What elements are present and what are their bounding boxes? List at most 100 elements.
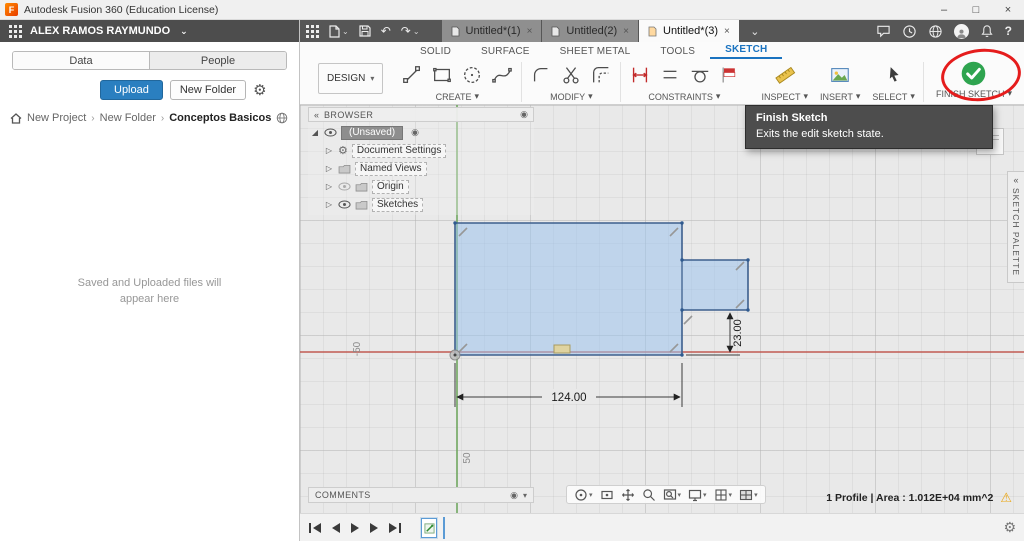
circle-tool-icon[interactable]	[461, 64, 483, 86]
grid-snap-button[interactable]: ▾	[712, 488, 735, 502]
spline-tool-icon[interactable]	[491, 64, 513, 86]
doc-tab-1[interactable]: Untitled*(1) ×	[441, 20, 542, 42]
look-at-button[interactable]	[598, 488, 616, 502]
user-avatar[interactable]	[953, 23, 969, 39]
pan-button[interactable]	[619, 488, 637, 502]
workspace-selector[interactable]: DESIGN ▾	[318, 63, 384, 94]
rectangle-tool-icon[interactable]	[431, 64, 453, 86]
midpoint-marker[interactable]	[553, 344, 571, 354]
warning-icon[interactable]: ⚠	[1000, 491, 1012, 504]
inspect-group-label[interactable]: INSPECT ▾	[761, 91, 808, 102]
skip-to-start-button[interactable]	[308, 521, 323, 535]
offset-tool-icon[interactable]	[590, 64, 612, 86]
play-button[interactable]	[349, 521, 361, 535]
display-settings-button[interactable]: ▾	[686, 488, 709, 502]
tab-close-icon[interactable]: ×	[623, 26, 629, 37]
browser-row-origin[interactable]: ▷ Origin	[310, 179, 532, 194]
finish-sketch-button[interactable]: FINISH SKETCH ▾	[928, 60, 1020, 99]
sketch-profile-main[interactable]	[455, 223, 682, 355]
breadcrumb-folder[interactable]: New Folder	[100, 112, 156, 124]
insert-image-icon[interactable]	[829, 64, 851, 86]
tab-people[interactable]: People	[149, 52, 286, 69]
expand-icon[interactable]: ▷	[324, 200, 334, 209]
skip-to-end-button[interactable]	[387, 521, 402, 535]
timeline-playhead[interactable]	[443, 516, 445, 539]
ribbon-tab-sheetmetal[interactable]: SHEET METAL	[545, 46, 646, 59]
data-settings-gear-icon[interactable]: ⚙	[253, 83, 266, 98]
timeline-sketch-feature[interactable]	[421, 517, 437, 538]
palette-expand-icon[interactable]: «	[1013, 175, 1018, 185]
root-expander-icon[interactable]: ◢	[310, 128, 320, 137]
ribbon-tab-tools[interactable]: TOOLS	[645, 46, 710, 59]
save-button[interactable]	[357, 25, 373, 37]
orbit-button[interactable]: ▾	[572, 488, 595, 502]
new-folder-button[interactable]: New Folder	[169, 80, 247, 100]
tab-close-icon[interactable]: ×	[724, 26, 730, 37]
visibility-eye-icon[interactable]	[324, 128, 337, 137]
help-icon[interactable]: ?	[1005, 24, 1012, 38]
browser-header[interactable]: « BROWSER ◉	[308, 107, 534, 122]
breadcrumb-current[interactable]: Conceptos Basicos	[169, 112, 271, 124]
tangent-constraint-icon[interactable]	[689, 64, 711, 86]
file-menu-button[interactable]: ⌄	[327, 24, 351, 38]
constraints-group-label[interactable]: CONSTRAINTS ▾	[648, 91, 720, 102]
browser-collapse-icon[interactable]: «	[314, 110, 319, 120]
browser-row-named-views[interactable]: ▷ Named Views	[310, 161, 532, 176]
measure-icon[interactable]	[773, 64, 797, 86]
redo-button[interactable]: ↷ ⌄	[399, 25, 422, 37]
expand-icon[interactable]: ▷	[324, 164, 334, 173]
data-panel-toggle[interactable]	[304, 24, 321, 38]
tab-data[interactable]: Data	[13, 52, 149, 69]
maximize-button[interactable]: □	[960, 0, 992, 20]
undo-button[interactable]: ↶	[379, 25, 393, 37]
ribbon-tab-surface[interactable]: SURFACE	[466, 46, 545, 59]
upload-button[interactable]: Upload	[100, 80, 163, 100]
tab-close-icon[interactable]: ×	[527, 26, 533, 37]
home-icon[interactable]	[10, 112, 22, 124]
sketch-canvas[interactable]: 124.00 23.00 -50 50 « BROWSER ◉ ◢ (Unsav…	[300, 105, 1024, 513]
dim-height-value[interactable]: 23.00	[732, 319, 744, 347]
line-tool-icon[interactable]	[401, 64, 423, 86]
minimize-button[interactable]: –	[928, 0, 960, 20]
ribbon-tab-solid[interactable]: SOLID	[405, 46, 466, 59]
fillet-tool-icon[interactable]	[530, 64, 552, 86]
browser-target-icon[interactable]: ◉	[520, 109, 528, 120]
user-name[interactable]: ALEX RAMOS RAYMUNDO	[30, 25, 170, 37]
notification-bell-icon[interactable]	[980, 24, 994, 39]
close-button[interactable]: ×	[992, 0, 1024, 20]
select-cursor-icon[interactable]	[884, 64, 904, 86]
parallel-constraint-icon[interactable]	[659, 64, 681, 86]
root-document-label[interactable]: (Unsaved)	[341, 125, 404, 140]
modify-group-label[interactable]: MODIFY ▾	[550, 91, 593, 102]
user-menu-caret-icon[interactable]: ⌄	[180, 26, 188, 37]
doc-tab-3-active[interactable]: Untitled*(3) ×	[639, 20, 739, 42]
expand-icon[interactable]: ▷	[324, 146, 334, 155]
sketch-palette-tab[interactable]: « SKETCH PALETTE	[1007, 171, 1024, 283]
zoom-window-button[interactable]: ▾	[661, 488, 684, 502]
online-globe-icon[interactable]	[928, 24, 943, 39]
visibility-eye-off-icon[interactable]	[338, 182, 351, 191]
browser-row-sketches[interactable]: ▷ Sketches	[310, 197, 532, 212]
dim-width-value[interactable]: 124.00	[551, 392, 586, 404]
tab-list-button[interactable]: ⌄	[745, 20, 765, 42]
browser-root-row[interactable]: ◢ (Unsaved) ◉	[310, 125, 532, 140]
share-globe-icon[interactable]	[276, 112, 288, 124]
apps-grid-icon[interactable]	[9, 24, 22, 38]
create-group-label[interactable]: CREATE ▾	[436, 91, 479, 102]
comments-bar[interactable]: COMMENTS ◉ ▾	[308, 487, 534, 503]
comments-caret-icon[interactable]: ▾	[523, 491, 527, 500]
visibility-eye-icon[interactable]	[338, 200, 351, 209]
flag-icon[interactable]	[719, 65, 739, 85]
select-group-label[interactable]: SELECT ▾	[872, 91, 915, 102]
browser-row-document-settings[interactable]: ▷ ⚙ Document Settings	[310, 143, 532, 158]
expand-icon[interactable]: ▷	[324, 182, 334, 191]
comments-target-icon[interactable]: ◉	[510, 490, 518, 501]
job-status-clock-icon[interactable]	[902, 24, 917, 39]
sketch-dimension-icon[interactable]	[629, 64, 651, 86]
viewports-button[interactable]: ▾	[737, 488, 760, 502]
breadcrumb-project[interactable]: New Project	[27, 112, 86, 124]
comment-icon[interactable]	[876, 24, 891, 38]
timeline-gear-icon[interactable]: ⚙	[1003, 519, 1016, 536]
step-back-button[interactable]	[330, 521, 342, 535]
trim-scissors-icon[interactable]	[560, 64, 582, 86]
